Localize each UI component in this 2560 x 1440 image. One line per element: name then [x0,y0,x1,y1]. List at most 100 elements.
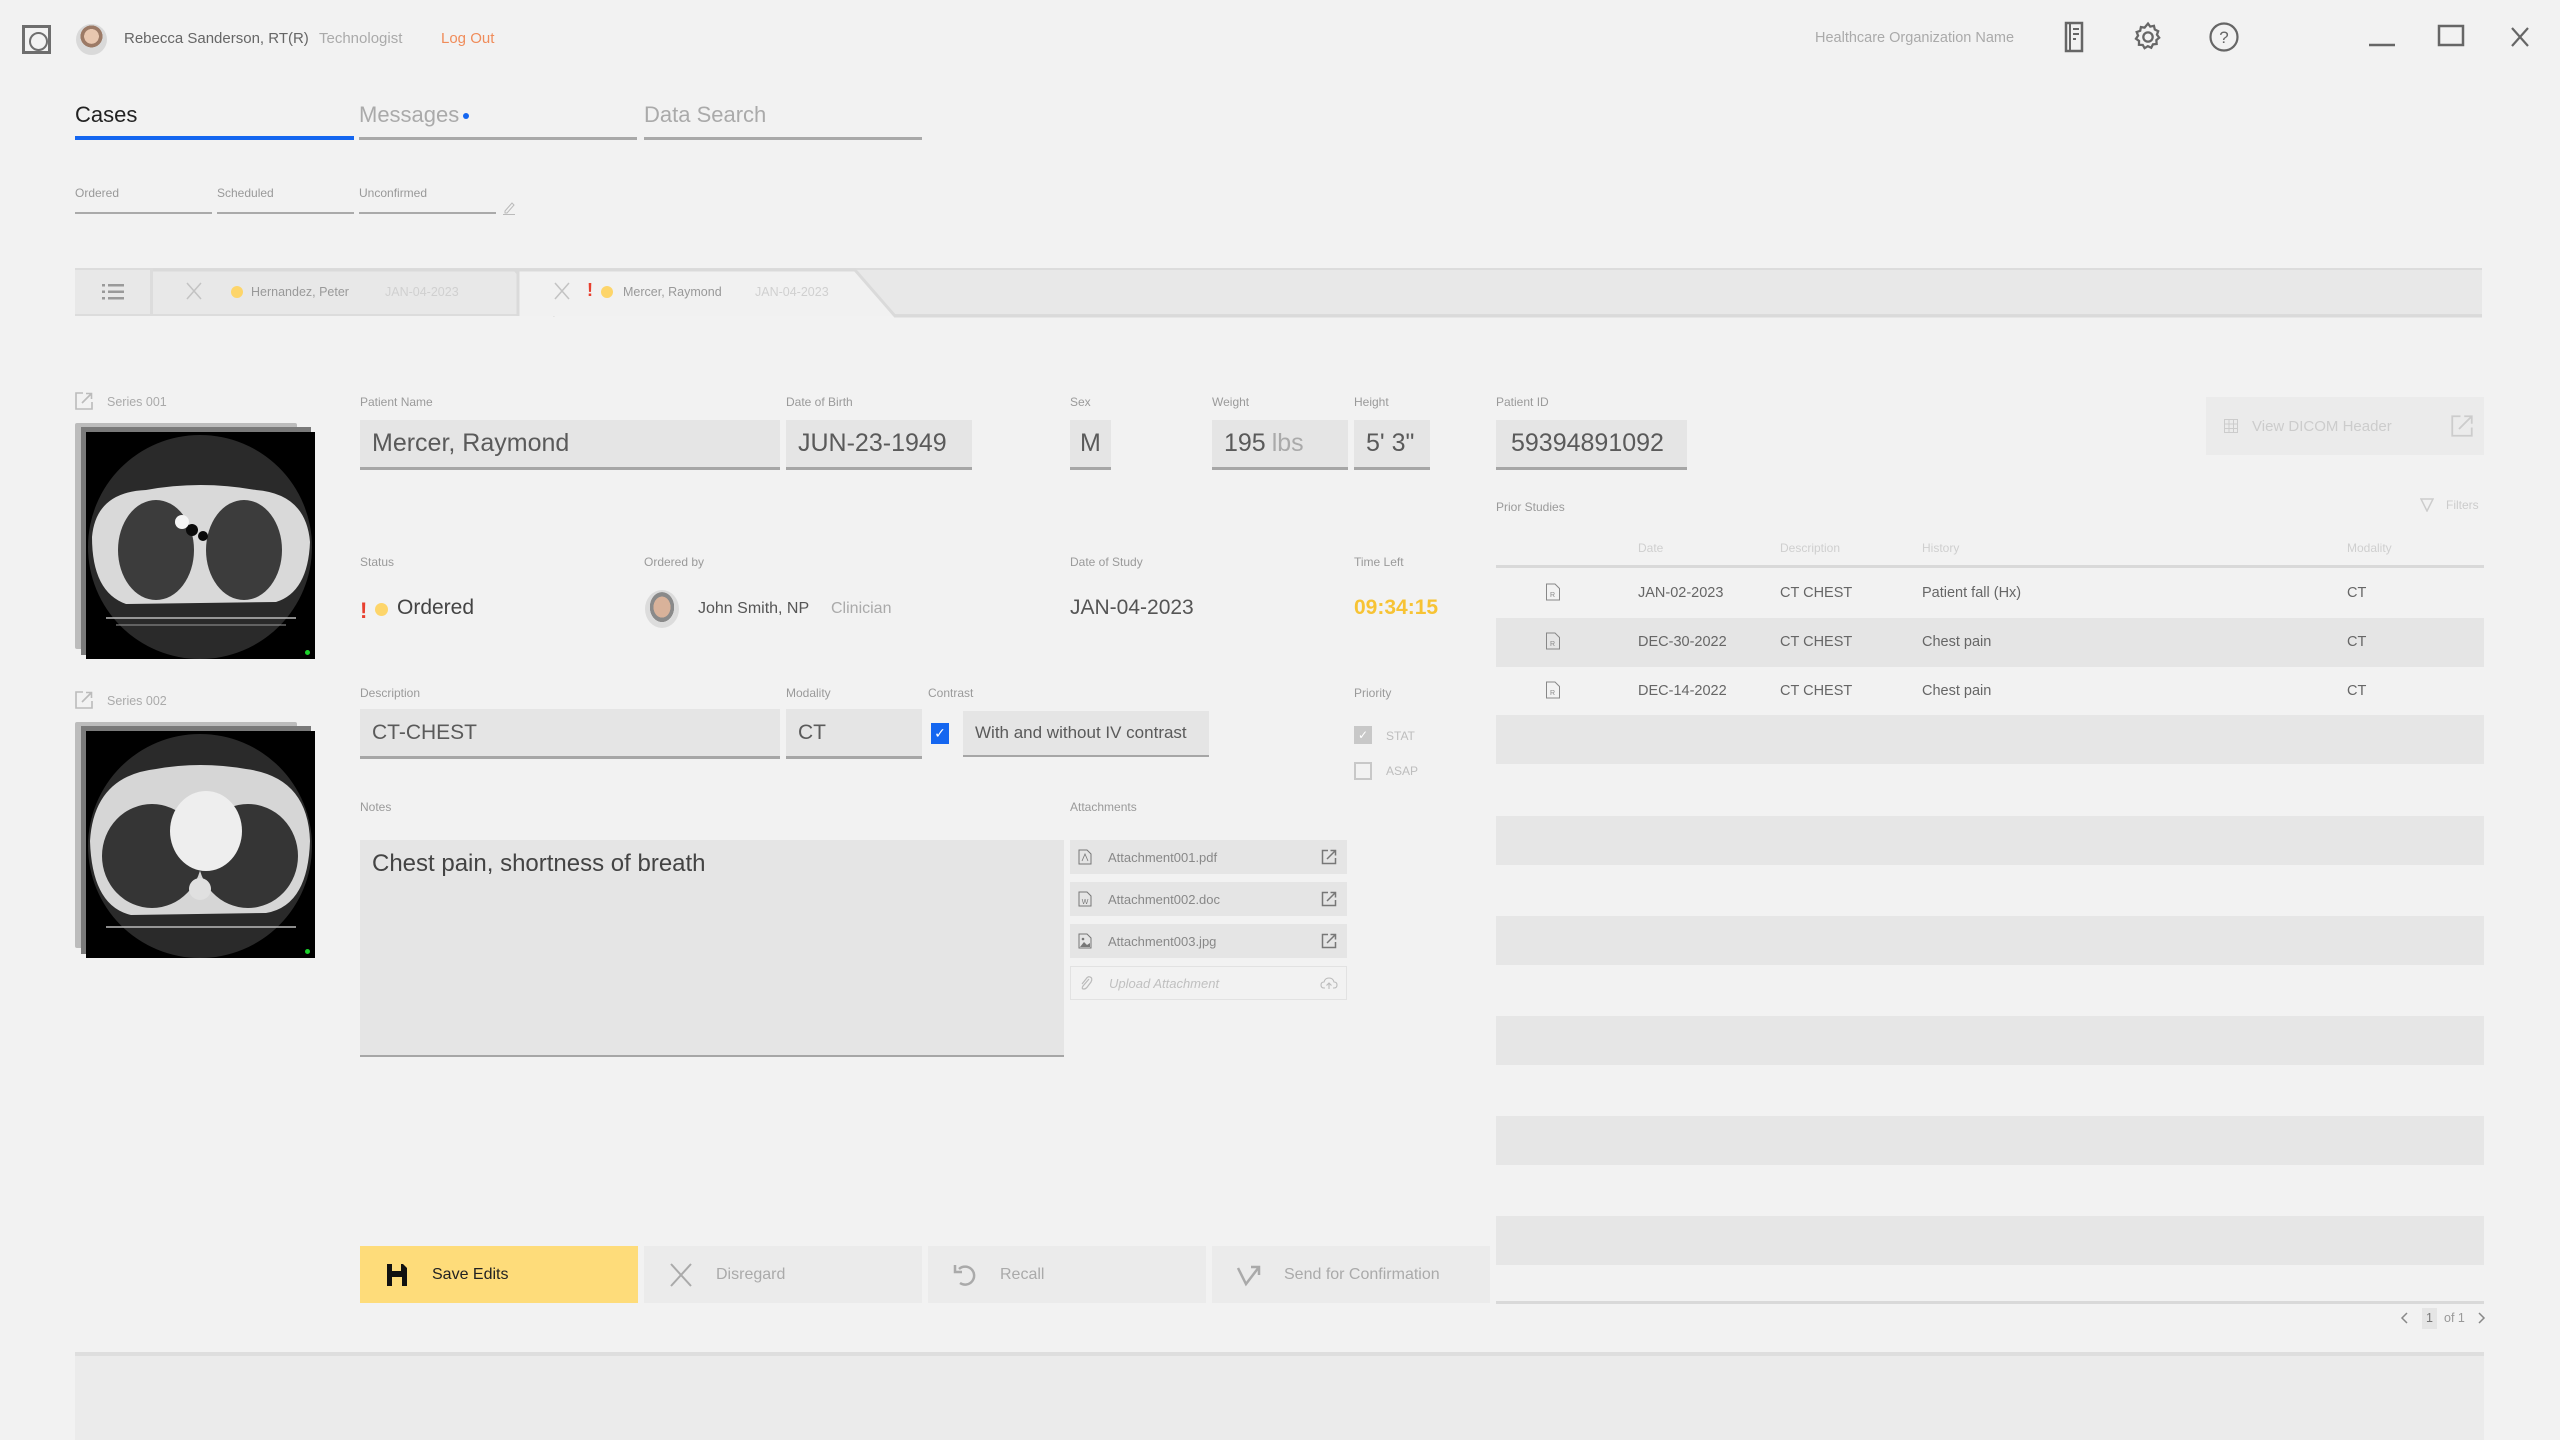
column-header-history[interactable]: History [1922,541,1959,555]
dob-field[interactable]: JUN-23-1949 [786,420,972,470]
undo-icon [952,1262,978,1288]
orderer-role: Clinician [831,600,892,617]
open-series-icon[interactable] [75,691,93,709]
close-tab-icon[interactable] [185,282,203,300]
cell-history: Patient fall (Hx) [1922,585,2022,601]
empty-row [1496,816,2484,865]
recall-button[interactable]: Recall [928,1246,1206,1303]
report-icon[interactable]: R [1545,681,1561,699]
series-thumbnail[interactable] [75,722,315,958]
sex-field[interactable]: M [1070,420,1111,470]
attachment-item[interactable]: Attachment001.pdf [1070,840,1347,874]
cloud-upload-icon[interactable] [1320,975,1338,991]
close-tab-icon[interactable] [553,282,571,300]
column-header-date[interactable]: Date [1638,541,1663,555]
status-indicator [305,949,310,954]
weight-unit: lbs [1271,429,1304,457]
case-tab-mercer[interactable]: ! Mercer, Raymond JAN-04-2023 [523,268,863,316]
attachment-name: Attachment003.jpg [1108,933,1217,949]
case-tab-patient: Hernandez, Peter [251,285,349,299]
weight-field[interactable]: 195 lbs [1212,420,1348,470]
status-indicator [305,650,310,655]
svg-text:W: W [1082,899,1089,906]
patient-id-field[interactable]: 59394891092 [1496,420,1687,470]
orderer-avatar [645,590,679,628]
report-icon[interactable]: R [1545,583,1561,601]
modality-field[interactable]: CT [786,709,922,759]
save-edits-button[interactable]: Save Edits [360,1246,638,1303]
table-footer-divider [1496,1301,2484,1304]
save-edits-label: Save Edits [432,1265,509,1283]
contrast-field[interactable]: With and without IV contrast [963,711,1209,757]
weight-label: Weight [1212,395,1250,409]
prior-studies-title: Prior Studies [1496,500,1565,514]
case-tab-hernandez[interactable]: Hernandez, Peter JAN-04-2023 [155,268,515,316]
asap-checkbox[interactable] [1354,762,1372,780]
case-list-toggle[interactable] [75,268,153,316]
send-for-confirmation-label: Send for Confirmation [1284,1265,1440,1283]
open-external-icon[interactable] [1321,849,1337,865]
filters-button[interactable]: Filters [2420,498,2479,512]
pdf-file-icon [1078,849,1092,865]
view-dicom-header-button[interactable]: View DICOM Header [2206,397,2484,455]
ordered-by-label: Ordered by [644,555,705,569]
case-tab-patient: Mercer, Raymond [623,285,722,299]
attachment-name: Attachment002.doc [1108,891,1221,907]
stat-checkbox[interactable]: ✓ [1354,726,1372,744]
attachments-label: Attachments [1070,800,1137,814]
open-series-icon[interactable] [75,392,93,410]
filter-icon [2420,498,2434,512]
cell-history: Chest pain [1922,683,1992,699]
list-icon [101,284,124,300]
previous-page-button[interactable] [2398,1309,2412,1327]
next-page-button[interactable] [2474,1309,2488,1327]
disregard-button[interactable]: Disregard [644,1246,922,1303]
attachment-item[interactable]: Attachment003.jpg [1070,924,1347,958]
open-external-icon[interactable] [1321,891,1337,907]
upload-attachment[interactable]: Upload Attachment [1070,966,1347,1000]
study-date-value: JAN-04-2023 [1070,596,1194,619]
contrast-checkbox[interactable]: ✓ [931,723,949,744]
cell-history: Chest pain [1922,634,1992,650]
current-page[interactable]: 1 [2422,1308,2437,1329]
report-icon[interactable]: R [1545,632,1561,650]
case-tab-date: JAN-04-2023 [385,285,459,299]
ct-scan-image [88,734,312,958]
dob-label: Date of Birth [786,395,853,409]
empty-row [1496,715,2484,764]
column-header-description[interactable]: Description [1780,541,1840,555]
series-label: Series 002 [107,694,167,708]
cell-date: DEC-30-2022 [1638,634,1727,650]
table-icon [2224,419,2238,433]
urgent-icon: ! [587,280,593,300]
attachment-name: Attachment001.pdf [1108,849,1218,865]
table-row[interactable]: R DEC-30-2022 CT CHEST Chest pain CT [1496,618,2484,667]
patient-name-label: Patient Name [360,395,433,409]
attachment-item[interactable]: W Attachment002.doc [1070,882,1347,916]
send-for-confirmation-button[interactable]: Send for Confirmation [1212,1246,1490,1303]
height-field[interactable]: 5' 3" [1354,420,1430,470]
filters-label: Filters [2446,498,2479,512]
notes-textarea[interactable]: Chest pain, shortness of breath [360,840,1064,1057]
series-label: Series 001 [107,395,167,409]
status-dot [231,286,243,298]
modality-label: Modality [786,686,831,700]
orderer-name[interactable]: John Smith, NP [698,600,809,618]
description-label: Description [360,686,421,700]
column-header-modality[interactable]: Modality [2347,541,2392,555]
table-row[interactable]: R DEC-14-2022 CT CHEST Chest pain CT [1496,667,2484,716]
save-icon [384,1262,410,1288]
cell-description: CT CHEST [1780,634,1853,650]
patient-name-field[interactable]: Mercer, Raymond [360,420,780,470]
asap-label: ASAP [1386,764,1419,778]
series-thumbnail[interactable] [75,423,315,659]
table-row[interactable]: R JAN-02-2023 CT CHEST Patient fall (Hx)… [1496,569,2484,618]
urgent-icon: ! [360,598,368,623]
cell-description: CT CHEST [1780,683,1853,699]
cell-modality: CT [2347,634,2367,650]
open-external-icon[interactable] [1321,933,1337,949]
close-icon [668,1262,694,1288]
description-field[interactable]: CT-CHEST [360,709,780,759]
cell-date: JAN-02-2023 [1638,585,1724,601]
paperclip-icon [1079,975,1093,991]
